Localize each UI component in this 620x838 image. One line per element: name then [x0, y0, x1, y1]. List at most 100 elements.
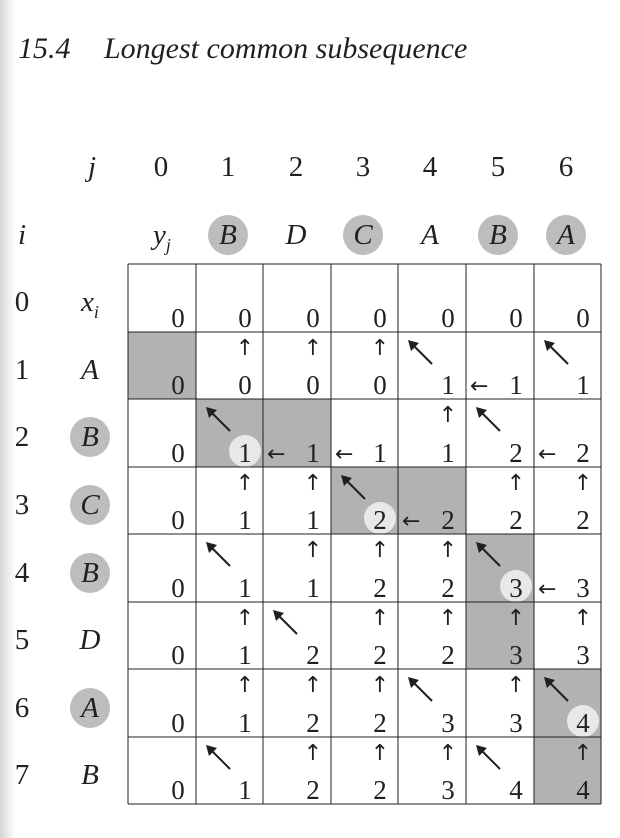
cell-value: 0: [171, 370, 185, 400]
left-arrow: ←: [538, 577, 556, 602]
cell-value: 3: [509, 708, 523, 738]
up-arrow: ↑: [236, 471, 254, 496]
up-arrow: ↑: [574, 606, 592, 631]
cell-value: 2: [306, 708, 320, 738]
cell-value: 0: [238, 370, 252, 400]
cell-value: 3: [441, 775, 455, 805]
table-cell-bg: [128, 737, 196, 804]
cell-value: 1: [238, 438, 252, 468]
up-arrow: ↑: [304, 471, 322, 496]
cell-value: 2: [509, 505, 523, 535]
cell-value: 0: [171, 438, 185, 468]
cell-value: 0: [238, 303, 252, 333]
cell-value: 0: [171, 505, 185, 535]
table-cell-bg: [466, 737, 534, 804]
up-arrow: ↑: [439, 403, 457, 428]
cell-value: 2: [373, 640, 387, 670]
cell-value: 2: [373, 708, 387, 738]
cell-value: 2: [441, 573, 455, 603]
cell-value: 2: [509, 438, 523, 468]
cell-value: 2: [441, 640, 455, 670]
table-cell-bg: [128, 602, 196, 669]
cell-value: 0: [171, 775, 185, 805]
table-cell-bg: [128, 264, 196, 332]
table-cell-bg: [196, 737, 263, 804]
cell-value: 0: [441, 303, 455, 333]
cell-value: 3: [576, 640, 590, 670]
cell-value: 2: [373, 775, 387, 805]
up-arrow: ↑: [574, 471, 592, 496]
cell-value: 0: [373, 370, 387, 400]
table-cell-bg: [263, 602, 331, 669]
cell-value: 4: [576, 775, 590, 805]
cell-value: 1: [441, 370, 455, 400]
table-cell-bg: [128, 467, 196, 534]
table-cell-bg: [534, 264, 601, 332]
table-cell-bg: [331, 264, 398, 332]
cell-value: 2: [576, 438, 590, 468]
up-arrow: ↑: [507, 606, 525, 631]
cell-value: 2: [441, 505, 455, 535]
table-cell-bg: [398, 264, 466, 332]
up-arrow: ↑: [236, 606, 254, 631]
up-arrow: ↑: [304, 538, 322, 563]
table-cell-bg: [534, 332, 601, 399]
cell-value: 2: [576, 505, 590, 535]
table-cell-bg: [398, 669, 466, 737]
up-arrow: ↑: [304, 741, 322, 766]
up-arrow: ↑: [371, 336, 389, 361]
table-cell-bg: [196, 534, 263, 602]
up-arrow: ↑: [304, 673, 322, 698]
left-arrow: ←: [335, 442, 353, 467]
table-cell-bg: [128, 669, 196, 737]
up-arrow: ↑: [574, 741, 592, 766]
left-arrow: ←: [267, 442, 285, 467]
cell-value: 3: [441, 708, 455, 738]
up-arrow: ↑: [236, 336, 254, 361]
cell-value: 1: [238, 573, 252, 603]
left-arrow: ←: [470, 374, 488, 399]
cell-value: 1: [306, 573, 320, 603]
cell-value: 0: [171, 573, 185, 603]
cell-value: 1: [576, 370, 590, 400]
cell-value: 1: [441, 438, 455, 468]
lcs-table: 0 0 0 0 0 0 0 0 ↑ 0 ↑ 0 ↑ 0 1 ← 1 1 0 1 ← 1 ← 1 ↑ 1 2 ← 2 0 ↑ 1 ↑ 1 2 ← 2 ↑ 2 ↑…: [127, 263, 602, 805]
table-cell-bg: [466, 399, 534, 467]
cell-value: 0: [306, 370, 320, 400]
cell-value: 0: [373, 303, 387, 333]
up-arrow: ↑: [371, 741, 389, 766]
up-arrow: ↑: [371, 606, 389, 631]
up-arrow: ↑: [371, 673, 389, 698]
up-arrow: ↑: [439, 538, 457, 563]
up-arrow: ↑: [236, 673, 254, 698]
up-arrow: ↑: [439, 741, 457, 766]
table-cell-bg: [128, 332, 196, 399]
cell-value: 2: [306, 640, 320, 670]
up-arrow: ↑: [507, 471, 525, 496]
up-arrow: ↑: [439, 606, 457, 631]
cell-value: 1: [306, 505, 320, 535]
cell-value: 4: [509, 775, 523, 805]
table-cell-bg: [196, 264, 263, 332]
up-arrow: ↑: [304, 336, 322, 361]
cell-value: 1: [238, 775, 252, 805]
cell-value: 4: [576, 708, 590, 738]
cell-value: 1: [306, 438, 320, 468]
cell-value: 1: [238, 708, 252, 738]
cell-value: 0: [306, 303, 320, 333]
cell-value: 0: [576, 303, 590, 333]
table-cell-bg: [398, 332, 466, 399]
cell-value: 0: [171, 708, 185, 738]
cell-value: 1: [238, 505, 252, 535]
cell-value: 0: [171, 303, 185, 333]
table-cell-bg: [263, 264, 331, 332]
table-cell-bg: [466, 264, 534, 332]
cell-value: 1: [238, 640, 252, 670]
up-arrow: ↑: [371, 538, 389, 563]
up-arrow: ↑: [507, 673, 525, 698]
cell-value: 1: [373, 438, 387, 468]
left-arrow: ←: [538, 442, 556, 467]
cell-value: 3: [509, 573, 523, 603]
left-arrow: ←: [402, 509, 420, 534]
cell-value: 3: [509, 640, 523, 670]
